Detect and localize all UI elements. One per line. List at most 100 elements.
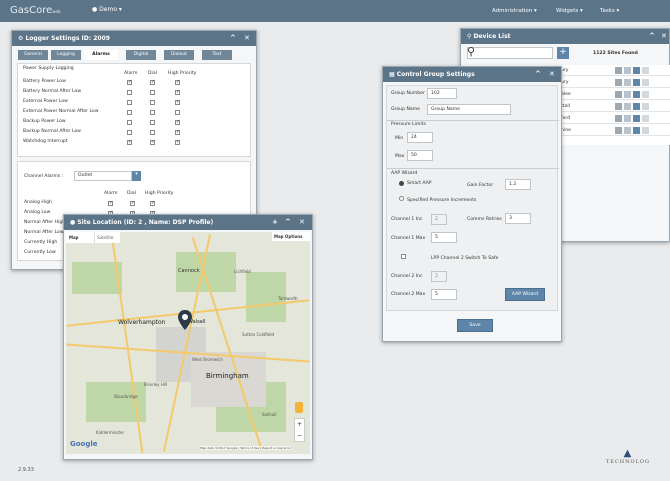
close-icon[interactable]: ✕ — [661, 32, 667, 40]
device-action-icon[interactable] — [624, 115, 631, 122]
group-titlebar[interactable]: ▦ Control Group Settings ^ ✕ — [383, 67, 561, 82]
alarm-checkbox[interactable] — [127, 110, 132, 115]
group-name-field[interactable]: Group Name — [427, 104, 511, 115]
map-view[interactable]: Map Satellite Map Options Cannock Lichfi… — [66, 232, 310, 454]
device-titlebar[interactable]: ⚲ Device List ^ ✕ — [461, 29, 669, 44]
alarm-checkbox[interactable]: ✓ — [127, 80, 132, 85]
hp-checkbox[interactable]: ✓ — [175, 120, 180, 125]
close-icon[interactable]: ✕ — [244, 34, 250, 42]
tab-alarms[interactable]: Alarms — [84, 50, 118, 60]
tab-text[interactable]: Text — [202, 50, 232, 60]
group-number-field[interactable]: 102 — [427, 88, 457, 99]
dial-checkbox[interactable]: ✓ — [150, 80, 155, 85]
alarm-checkbox[interactable] — [127, 120, 132, 125]
map-tab-map[interactable]: Map — [66, 232, 94, 243]
comms-retries-field[interactable]: 3 — [505, 213, 531, 224]
device-action-icon[interactable] — [624, 127, 631, 134]
device-action-icon[interactable] — [624, 79, 631, 86]
tab-digital[interactable]: Digital — [126, 50, 156, 60]
dial-checkbox[interactable] — [150, 100, 155, 105]
device-action-icon[interactable] — [642, 67, 649, 74]
dial-checkbox[interactable] — [150, 110, 155, 115]
collapse-icon[interactable]: ^ — [649, 32, 655, 40]
ch2-inc-field[interactable]: 2 — [431, 271, 447, 282]
device-action-icon[interactable] — [615, 91, 622, 98]
hp-checkbox[interactable]: ✓ — [150, 201, 155, 206]
device-action-icon[interactable] — [642, 103, 649, 110]
app-logo[interactable]: GasCoreweb — [10, 5, 61, 16]
save-button[interactable]: Save — [457, 319, 493, 332]
device-action-icon[interactable] — [615, 127, 622, 134]
alarm-checkbox[interactable] — [127, 130, 132, 135]
device-action-icon[interactable] — [642, 127, 649, 134]
alarm-checkbox[interactable]: ✓ — [108, 201, 113, 206]
site-titlebar[interactable]: ● Site Location (ID: 2 , Name: DSP Profi… — [64, 215, 312, 230]
gain-factor-field[interactable]: 1.2 — [505, 179, 531, 190]
alarm-checkbox[interactable]: ✓ — [127, 140, 132, 145]
logger-titlebar[interactable]: ⚙ Logger Settings ID: 2009 ^ ✕ — [12, 31, 256, 46]
tab-dialout[interactable]: Dialout — [164, 50, 194, 60]
map-attribution[interactable]: Map data ©2017 Google | Terms of Use | R… — [200, 446, 291, 450]
dial-checkbox[interactable]: ✓ — [150, 140, 155, 145]
device-action-icon[interactable] — [624, 91, 631, 98]
aap-wizard-button[interactable]: AAP Wizard — [505, 288, 545, 301]
device-action-icon[interactable] — [633, 91, 640, 98]
device-action-icon[interactable] — [615, 103, 622, 110]
device-action-icon[interactable] — [642, 91, 649, 98]
add-icon[interactable]: + — [272, 218, 278, 226]
device-action-icon[interactable] — [633, 127, 640, 134]
nav-tasks[interactable]: Tasks ▾ — [600, 8, 619, 14]
specified-radio[interactable] — [399, 196, 404, 201]
zoom-controls[interactable]: + − — [294, 418, 305, 442]
zoom-in-icon[interactable]: + — [297, 421, 302, 428]
device-search-input[interactable] — [467, 47, 553, 59]
ch1-max-field[interactable]: 5 — [431, 232, 457, 243]
hp-checkbox[interactable]: ✓ — [175, 140, 180, 145]
device-action-icon[interactable] — [624, 67, 631, 74]
ch1-inc-field[interactable]: 2 — [431, 214, 447, 225]
hp-checkbox[interactable] — [175, 110, 180, 115]
device-action-icon[interactable] — [642, 115, 649, 122]
device-action-icon[interactable] — [615, 115, 622, 122]
street-view-icon[interactable] — [295, 402, 303, 413]
device-action-icon[interactable] — [633, 79, 640, 86]
dial-checkbox[interactable] — [150, 120, 155, 125]
hp-checkbox[interactable]: ✓ — [175, 80, 180, 85]
device-action-icon[interactable] — [615, 67, 622, 74]
tab-general[interactable]: General — [18, 50, 48, 60]
add-device-button[interactable]: + — [557, 47, 569, 59]
device-action-icon[interactable] — [633, 67, 640, 74]
zoom-out-icon[interactable]: − — [297, 432, 302, 439]
collapse-icon[interactable]: ^ — [535, 70, 541, 78]
site-marker-icon[interactable] — [178, 310, 192, 330]
nav-widgets[interactable]: Widgets ▾ — [556, 8, 583, 14]
alarm-checkbox[interactable] — [127, 100, 132, 105]
collapse-icon[interactable]: ^ — [230, 34, 236, 42]
search-icon[interactable]: ⚲ — [467, 45, 475, 58]
ch2-max-field[interactable]: 5 — [431, 289, 457, 300]
user-menu[interactable]: ● Demo ▾ — [92, 6, 122, 13]
hp-checkbox[interactable]: ✓ — [175, 100, 180, 105]
alarm-checkbox[interactable] — [127, 90, 132, 95]
collapse-icon[interactable]: ^ — [285, 218, 291, 226]
lpp-switch-checkbox[interactable] — [401, 254, 406, 259]
map-tab-satellite[interactable]: Satellite — [94, 232, 120, 243]
device-action-icon[interactable] — [624, 103, 631, 110]
dial-checkbox[interactable]: ✓ — [130, 201, 135, 206]
device-action-icon[interactable] — [615, 79, 622, 86]
map-options-button[interactable]: Map Options — [272, 232, 310, 241]
close-icon[interactable]: ✕ — [549, 70, 555, 78]
close-icon[interactable]: ✕ — [299, 218, 305, 226]
dial-checkbox[interactable] — [150, 130, 155, 135]
hp-checkbox[interactable]: ✓ — [175, 130, 180, 135]
tab-logging[interactable]: Logging — [51, 50, 81, 60]
dial-checkbox[interactable] — [150, 90, 155, 95]
min-field[interactable]: 24 — [407, 132, 433, 143]
chevron-down-icon[interactable]: ▾ — [132, 171, 141, 181]
nav-administration[interactable]: Administration ▾ — [492, 8, 537, 14]
device-action-icon[interactable] — [642, 79, 649, 86]
hp-checkbox[interactable]: ✓ — [175, 90, 180, 95]
device-action-icon[interactable] — [633, 115, 640, 122]
max-field[interactable]: 50 — [407, 150, 433, 161]
channel-select[interactable]: Outlet — [74, 171, 132, 181]
